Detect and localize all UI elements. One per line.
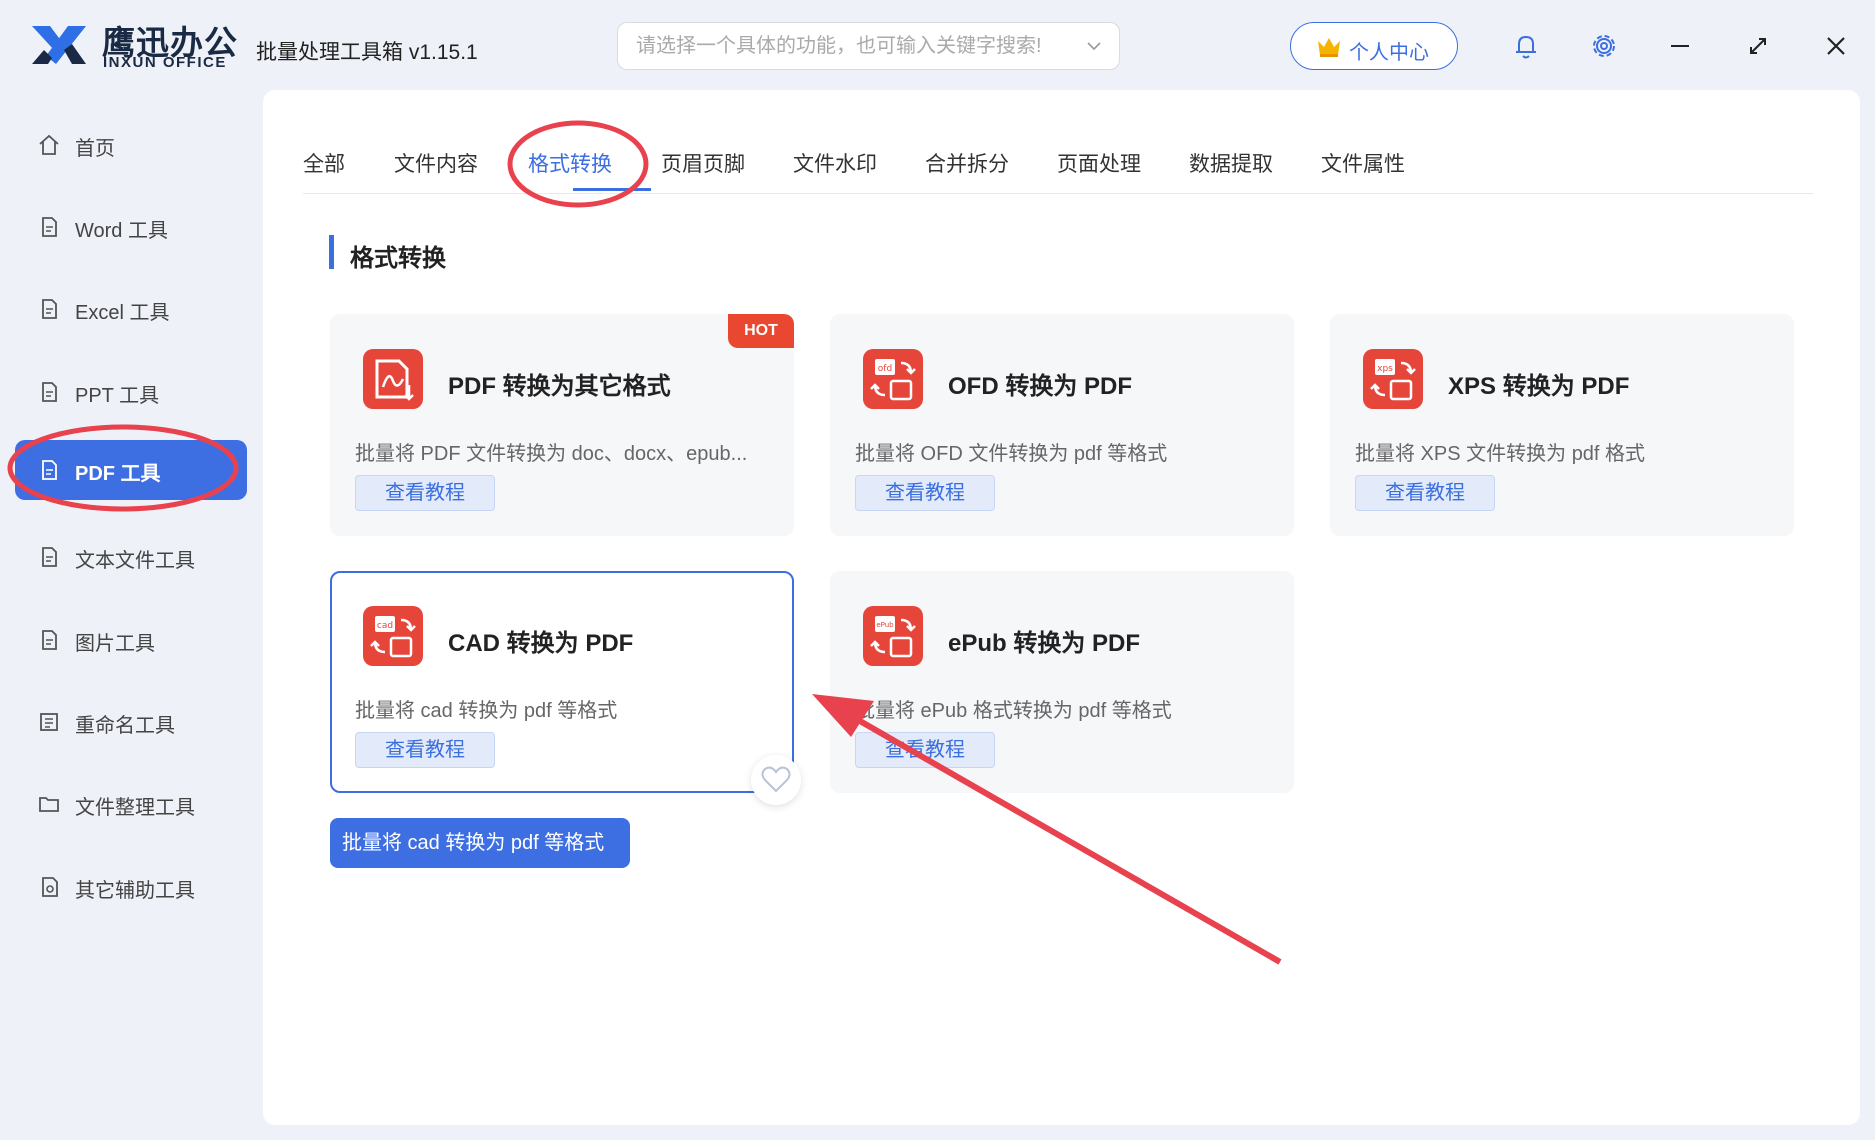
card-title: XPS 转换为 PDF [1448,373,1630,400]
tools-icon [42,877,58,897]
epub-convert-icon: ePub [863,606,923,666]
sidebar-item-label: 重命名工具 [75,715,175,737]
sidebar-item-text[interactable]: 文本文件工具 [15,527,247,587]
ppt-file-icon [42,382,57,402]
minimize-icon[interactable] [1662,28,1698,64]
sidebar-item-rename[interactable]: 重命名工具 [15,692,247,752]
sidebar-item-file-organize[interactable]: 文件整理工具 [15,774,247,834]
pdf-convert-icon [363,349,423,409]
excel-file-icon [42,299,57,319]
tutorial-button[interactable]: 查看教程 [1355,475,1495,511]
sidebar-item-excel[interactable]: Excel 工具 [15,279,247,339]
title-bar: 鹰迅办公 INXUN OFFICE 批量处理工具箱 v1.15.1 个人中心 [0,0,1875,90]
card-description: 批量将 PDF 文件转换为 doc、docx、epub... [355,443,748,465]
search-input[interactable] [636,31,1066,61]
card-description: 批量将 XPS 文件转换为 pdf 格式 [1355,443,1646,465]
chevron-down-icon[interactable] [1085,37,1103,55]
favorite-button[interactable] [751,755,801,805]
tab-page-processing[interactable]: 页面处理 [1057,148,1141,178]
main-panel: 全部 文件内容 格式转换 页眉页脚 文件水印 合并拆分 页面处理 数据提取 文件… [263,90,1860,1125]
tab-file-properties[interactable]: 文件属性 [1321,148,1405,178]
sidebar-item-other-tools[interactable]: 其它辅助工具 [15,857,247,917]
sidebar-item-image[interactable]: 图片工具 [15,610,247,670]
sidebar-item-label: 文件整理工具 [75,797,195,819]
hot-badge: HOT [728,314,794,348]
active-tab-indicator [573,188,651,191]
sidebar-item-word[interactable]: Word 工具 [15,197,247,257]
tab-file-content[interactable]: 文件内容 [394,148,478,178]
icon-label: cad [377,621,393,631]
sidebar-item-label: 图片工具 [75,633,155,655]
card-title: OFD 转换为 PDF [948,373,1132,400]
card-title: ePub 转换为 PDF [948,630,1141,657]
search-box[interactable] [617,22,1120,70]
sidebar-item-pdf[interactable]: PDF 工具 [15,440,247,500]
brand-name-en: INXUN OFFICE [103,54,227,71]
ofd-convert-icon: ofd [863,349,923,409]
tab-format-conversion[interactable]: 格式转换 [528,148,612,178]
card-title: PDF 转换为其它格式 [448,373,671,400]
icon-label: ofd [878,364,892,374]
card-description: 批量将 cad 转换为 pdf 等格式 [355,700,618,722]
tab-header-footer[interactable]: 页眉页脚 [661,148,745,178]
sidebar-item-label: PPT 工具 [75,385,160,407]
card-description: 批量将 ePub 格式转换为 pdf 等格式 [855,700,1172,722]
section-marker [329,235,334,269]
tutorial-button[interactable]: 查看教程 [855,475,995,511]
cad-convert-icon: cad [363,606,423,666]
close-icon[interactable] [1818,28,1854,64]
tutorial-button[interactable]: 查看教程 [355,475,495,511]
section-title: 格式转换 [350,245,446,272]
tab-bar: 全部 文件内容 格式转换 页眉页脚 文件水印 合并拆分 页面处理 数据提取 文件… [303,148,1813,191]
tab-watermark[interactable]: 文件水印 [793,148,877,178]
sidebar-item-label: PDF 工具 [75,463,161,485]
heart-icon [761,766,791,793]
word-file-icon [42,217,57,237]
app-logo-icon [32,26,86,64]
card-description: 批量将 OFD 文件转换为 pdf 等格式 [855,443,1168,465]
card-title: CAD 转换为 PDF [448,630,634,657]
maximize-icon[interactable] [1740,28,1776,64]
sidebar-item-ppt[interactable]: PPT 工具 [15,362,247,422]
sidebar-item-label: 首页 [75,138,115,160]
sidebar-item-label: 其它辅助工具 [75,880,195,902]
icon-label: ePub [876,621,894,629]
tutorial-button[interactable]: 查看教程 [855,732,995,768]
user-center-label: 个人中心 [1349,42,1429,64]
app-title: 批量处理工具箱 v1.15.1 [256,41,478,64]
tabs-divider [303,193,1813,194]
crown-icon [1318,38,1340,57]
tab-merge-split[interactable]: 合并拆分 [925,148,1009,178]
card-pdf-to-other[interactable]: PDF 转换为其它格式 批量将 PDF 文件转换为 doc、docx、epub.… [330,314,794,536]
text-file-icon [42,547,57,567]
sidebar-item-home[interactable]: 首页 [15,115,247,175]
gear-icon[interactable] [1586,28,1622,64]
sidebar-item-label: Excel 工具 [75,302,170,324]
sidebar: 首页 Word 工具 Excel 工具 PPT 工具 PDF 工具文本文件工具 图片工具重… [0,90,250,1140]
tutorial-button[interactable]: 查看教程 [355,732,495,768]
sidebar-item-label: 文本文件工具 [75,550,195,572]
bell-icon[interactable] [1508,28,1544,64]
card-epub-to-pdf[interactable]: ePub ePub 转换为 PDF 批量将 ePub 格式转换为 pdf 等格式… [830,571,1294,793]
icon-label: xps [1377,364,1393,374]
xps-convert-icon: xps [1363,349,1423,409]
folder-icon [39,797,59,812]
image-file-icon [42,630,57,650]
pdf-file-icon [42,460,57,480]
home-icon [39,134,59,155]
user-center-button[interactable]: 个人中心 [1290,22,1458,70]
card-cad-to-pdf[interactable]: cad CAD 转换为 PDF 批量将 cad 转换为 pdf 等格式 查看教程 [330,571,794,793]
card-xps-to-pdf[interactable]: xps XPS 转换为 PDF 批量将 XPS 文件转换为 pdf 格式 查看教… [1330,314,1794,536]
tab-all[interactable]: 全部 [303,148,345,178]
tab-data-extraction[interactable]: 数据提取 [1189,148,1273,178]
sidebar-item-label: Word 工具 [75,220,168,242]
rename-icon [40,713,58,731]
card-ofd-to-pdf[interactable]: ofd OFD 转换为 PDF 批量将 OFD 文件转换为 pdf 等格式 查看… [830,314,1294,536]
tooltip: 批量将 cad 转换为 pdf 等格式 [330,818,630,868]
